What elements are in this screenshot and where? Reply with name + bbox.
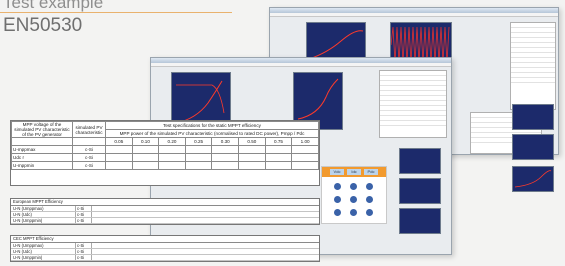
channel-indicator[interactable]: [366, 196, 373, 203]
spec-table: MPP voltage of the simulated PV characte…: [10, 120, 320, 186]
trend-plot-4: [512, 104, 554, 130]
table-row: U-N (Umppmin) c-Si: [11, 255, 319, 261]
table-row: Udc r c-Si: [11, 153, 319, 162]
channel-indicator[interactable]: [334, 196, 341, 203]
tab-vdc[interactable]: Vdc: [330, 169, 344, 175]
channel-indicator[interactable]: [366, 209, 373, 216]
trend-plot-2: [399, 178, 441, 204]
col-header-mpp-power: MPP power of the simulated PV characteri…: [105, 129, 319, 138]
col-header-characteristic: simulated PV characteristic: [72, 121, 106, 138]
channel-indicator[interactable]: [350, 209, 357, 216]
level-cell: 0.75: [264, 137, 293, 146]
col-header-mpp-voltage: MPP voltage of the simulated PV characte…: [11, 121, 73, 138]
table-row: U-N (Umppmin) c-Si: [11, 218, 319, 224]
level-cell: 0.25: [184, 137, 213, 146]
level-cell: 0.30: [211, 137, 240, 146]
channel-indicator[interactable]: [350, 183, 357, 190]
trend-plot-6: [512, 166, 554, 192]
cec-efficiency-table: CEC MPPT Efficiency U-N (Umppmax) c-Si U-…: [10, 235, 320, 262]
level-cell: 0.20: [158, 137, 186, 146]
standard-label: EN50530: [3, 15, 83, 36]
channel-indicator[interactable]: [334, 209, 341, 216]
level-cell: 1.00: [291, 137, 319, 146]
measurement-panel: [510, 22, 556, 110]
level-cell: 0.05: [105, 137, 133, 146]
table-row: U-mppmin c-Si: [11, 161, 319, 170]
trend-plot-1: [399, 148, 441, 174]
tab-idc[interactable]: Idc: [347, 169, 361, 175]
group-title: European MPPT Efficiency: [11, 199, 319, 206]
channel-indicator[interactable]: [350, 196, 357, 203]
tab-pdc[interactable]: Pdc: [364, 169, 378, 175]
level-cell: 0.10: [131, 137, 160, 146]
channel-indicator[interactable]: [366, 183, 373, 190]
trend-plot-3: [399, 208, 441, 234]
window-menubar[interactable]: [151, 63, 451, 67]
channel-dialog: Vdc Idc Pdc: [321, 166, 387, 224]
table-title: Test specifications for the static MPPT …: [105, 121, 319, 130]
group-title: CEC MPPT Efficiency: [11, 236, 319, 243]
channel-indicator[interactable]: [334, 183, 341, 190]
table-row: U-mppmax c-Si: [11, 145, 319, 154]
level-cell: 0.50: [238, 137, 266, 146]
european-efficiency-table: European MPPT Efficiency U-N (Umppmax) c-…: [10, 198, 320, 225]
measurement-panel: [379, 70, 447, 138]
trend-plot-5: [512, 134, 554, 160]
title-underline: [0, 12, 232, 13]
window-menubar[interactable]: [270, 13, 558, 17]
